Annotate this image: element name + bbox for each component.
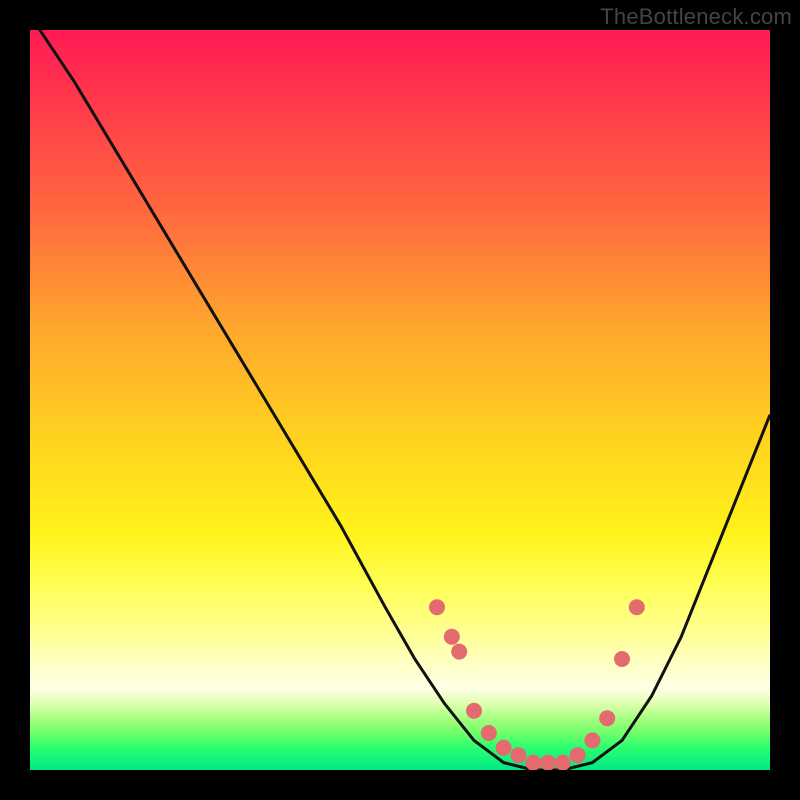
data-marker <box>451 644 467 660</box>
plot-area <box>30 30 770 770</box>
data-marker <box>510 747 526 763</box>
chart-frame: TheBottleneck.com <box>0 0 800 800</box>
data-marker <box>481 725 497 741</box>
data-marker <box>570 747 586 763</box>
data-marker <box>444 629 460 645</box>
data-marker <box>584 732 600 748</box>
data-marker <box>496 740 512 756</box>
marker-group <box>429 599 645 770</box>
data-marker <box>629 599 645 615</box>
data-marker <box>525 755 541 770</box>
bottleneck-curve <box>30 30 770 770</box>
data-marker <box>555 755 571 770</box>
chart-svg <box>30 30 770 770</box>
data-marker <box>429 599 445 615</box>
data-marker <box>599 710 615 726</box>
data-marker <box>540 755 556 770</box>
data-marker <box>614 651 630 667</box>
data-marker <box>466 703 482 719</box>
watermark-text: TheBottleneck.com <box>600 4 792 30</box>
